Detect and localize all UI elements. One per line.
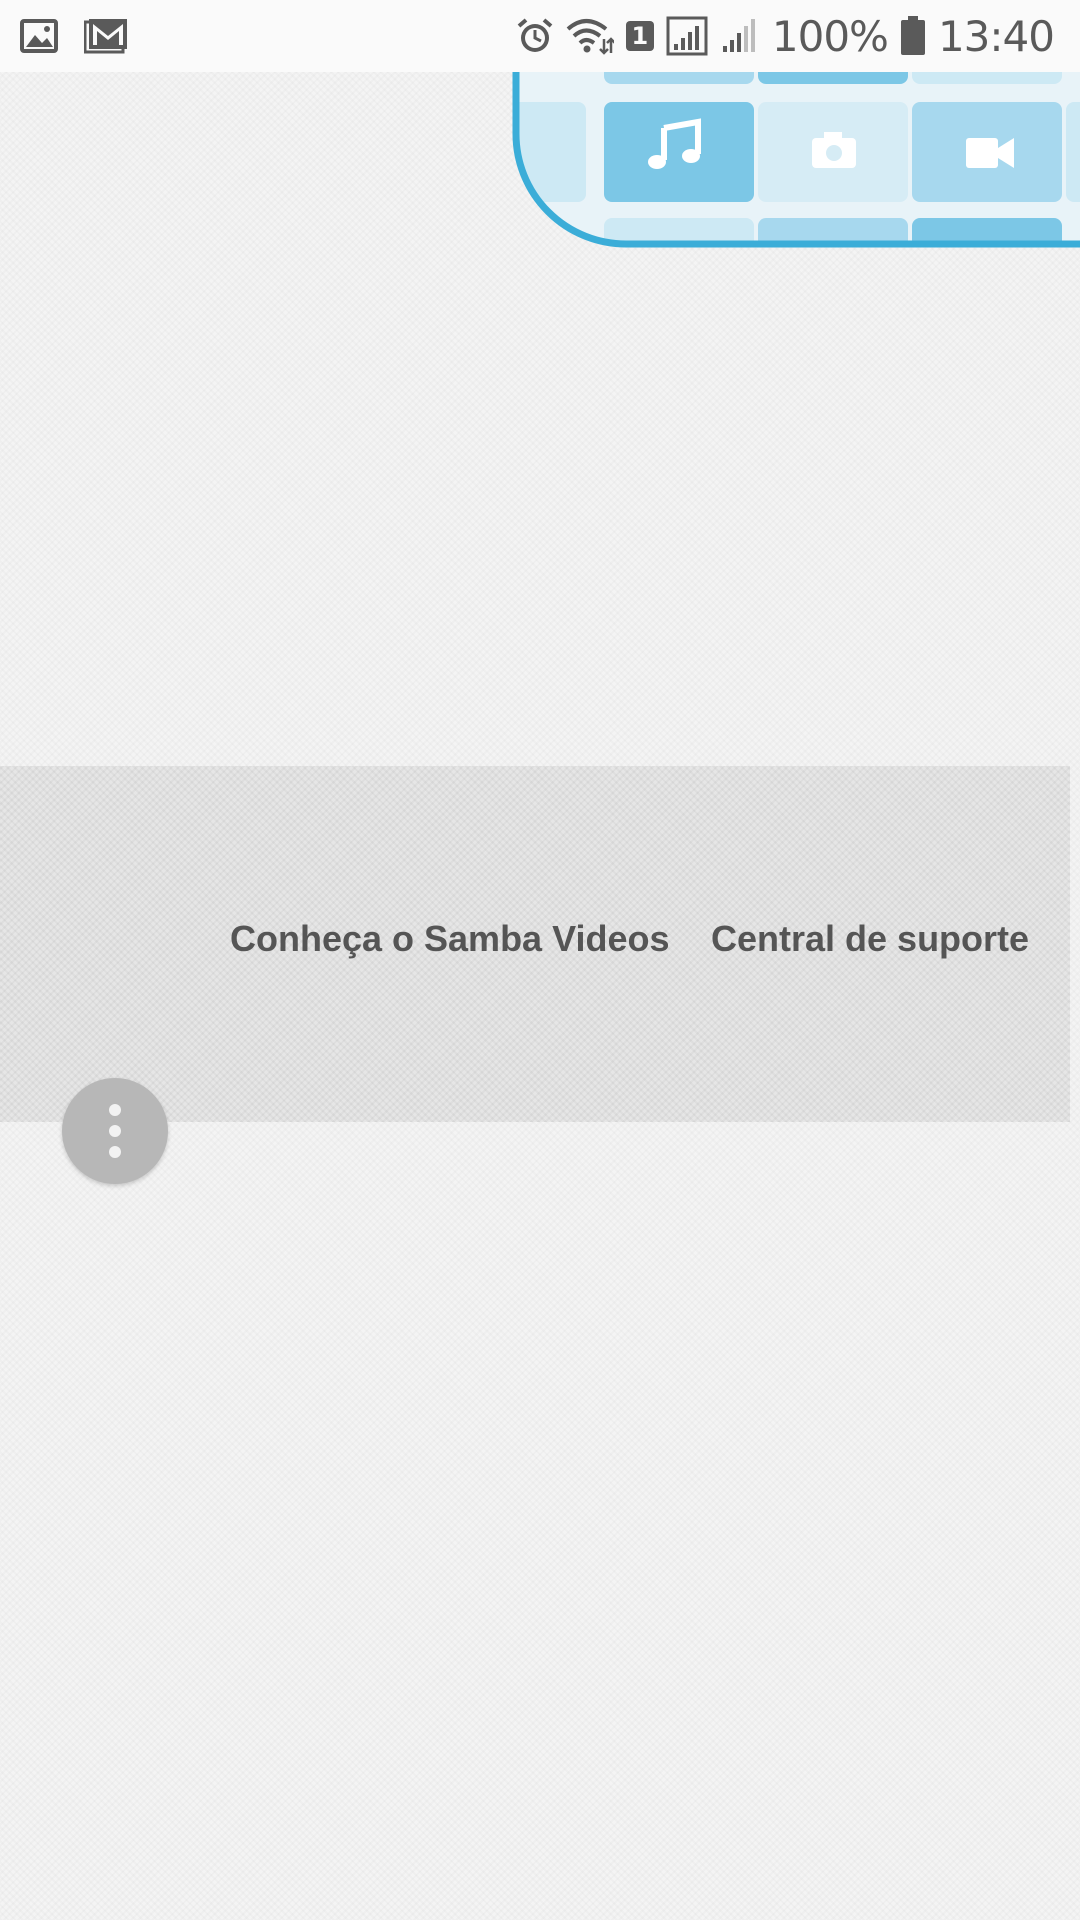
signal-weak-icon xyxy=(720,16,760,56)
status-bar-notifications xyxy=(20,0,128,72)
gallery-icon xyxy=(20,19,58,53)
status-bar: 1 100% 13:40 xyxy=(0,0,1080,72)
gmail-icon xyxy=(84,18,128,54)
battery-percent: 100% xyxy=(771,11,889,61)
support-center-link[interactable]: Central de suporte xyxy=(711,918,1029,960)
wifi-icon xyxy=(566,17,614,55)
battery-icon xyxy=(900,16,926,56)
samba-videos-link[interactable]: Conheça o Samba Videos xyxy=(230,918,669,960)
signal-icon xyxy=(666,16,708,56)
alarm-icon xyxy=(516,17,554,55)
more-options-button[interactable] xyxy=(62,1078,168,1184)
status-time: 13:40 xyxy=(937,11,1055,61)
phone-illustration xyxy=(512,72,1080,252)
status-bar-system: 1 100% 13:40 xyxy=(516,0,1055,72)
sim-1-icon: 1 xyxy=(625,21,654,51)
